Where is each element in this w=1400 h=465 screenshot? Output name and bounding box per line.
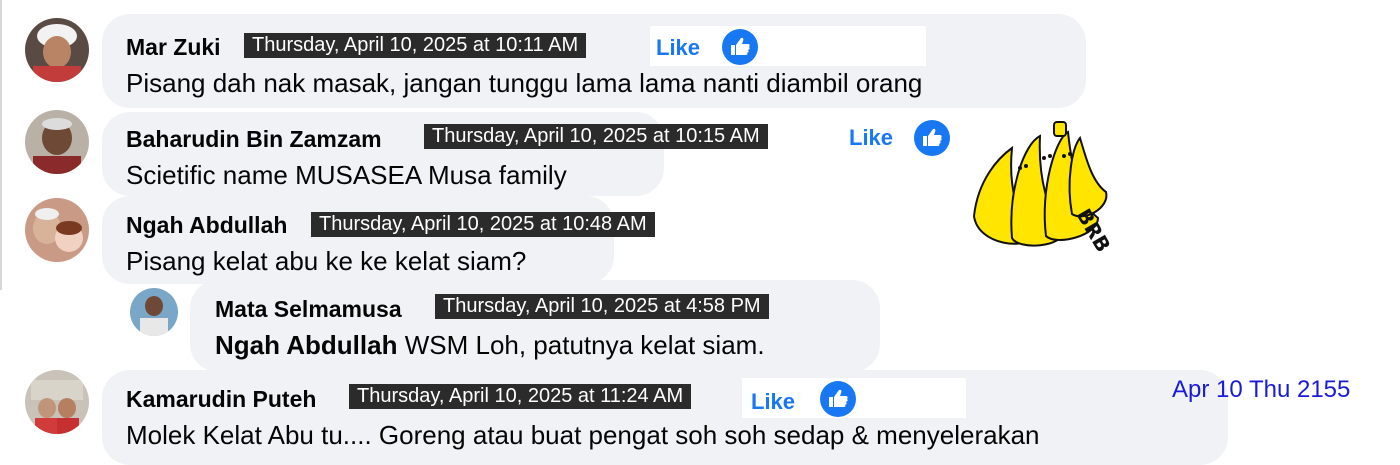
comment-timestamp: Thursday, April 10, 2025 at 11:24 AM [349,384,692,409]
comment-text: Ngah Abdullah WSM Loh, patutnya kelat si… [215,330,765,360]
avatar[interactable] [25,110,89,174]
comment-text: Molek Kelat Abu tu.... Goreng atau buat … [126,420,1040,450]
mention-link[interactable]: Ngah Abdullah [215,330,397,360]
comment-author[interactable]: Ngah Abdullah [126,212,287,238]
like-button[interactable]: Like [656,35,700,61]
avatar[interactable] [130,288,178,336]
avatar[interactable] [25,18,89,82]
thumbs-up-icon[interactable] [820,381,856,417]
comment-author[interactable]: Kamarudin Puteh [126,386,316,412]
thumbs-up-icon[interactable] [914,120,950,156]
banana-brb-sticker: BRB [972,121,1113,253]
comment-timestamp: Thursday, April 10, 2025 at 4:58 PM [435,294,769,319]
comment-text: Pisang kelat abu ke ke kelat siam? [126,246,527,276]
like-button[interactable]: Like [849,125,893,151]
comment-author[interactable]: Mata Selmamusa [215,296,402,322]
comment-author[interactable]: Mar Zuki [126,34,221,60]
avatar[interactable] [25,198,89,262]
comment-timestamp: Thursday, April 10, 2025 at 10:48 AM [311,212,655,237]
comment-text: Pisang dah nak masak, jangan tunggu lama… [126,68,923,98]
thumbs-up-icon[interactable] [722,29,758,65]
like-button[interactable]: Like [751,389,795,415]
date-stamp: Apr 10 Thu 2155 [1172,376,1351,403]
comment-author[interactable]: Baharudin Bin Zamzam [126,126,382,152]
comment-text: Scietific name MUSASEA Musa family [126,160,567,190]
reply-text: WSM Loh, patutnya kelat siam. [404,330,765,360]
avatar[interactable] [25,370,89,434]
thread-guide-line [0,0,2,290]
comment-timestamp: Thursday, April 10, 2025 at 10:11 AM [244,33,587,58]
comment-timestamp: Thursday, April 10, 2025 at 10:15 AM [424,124,768,149]
